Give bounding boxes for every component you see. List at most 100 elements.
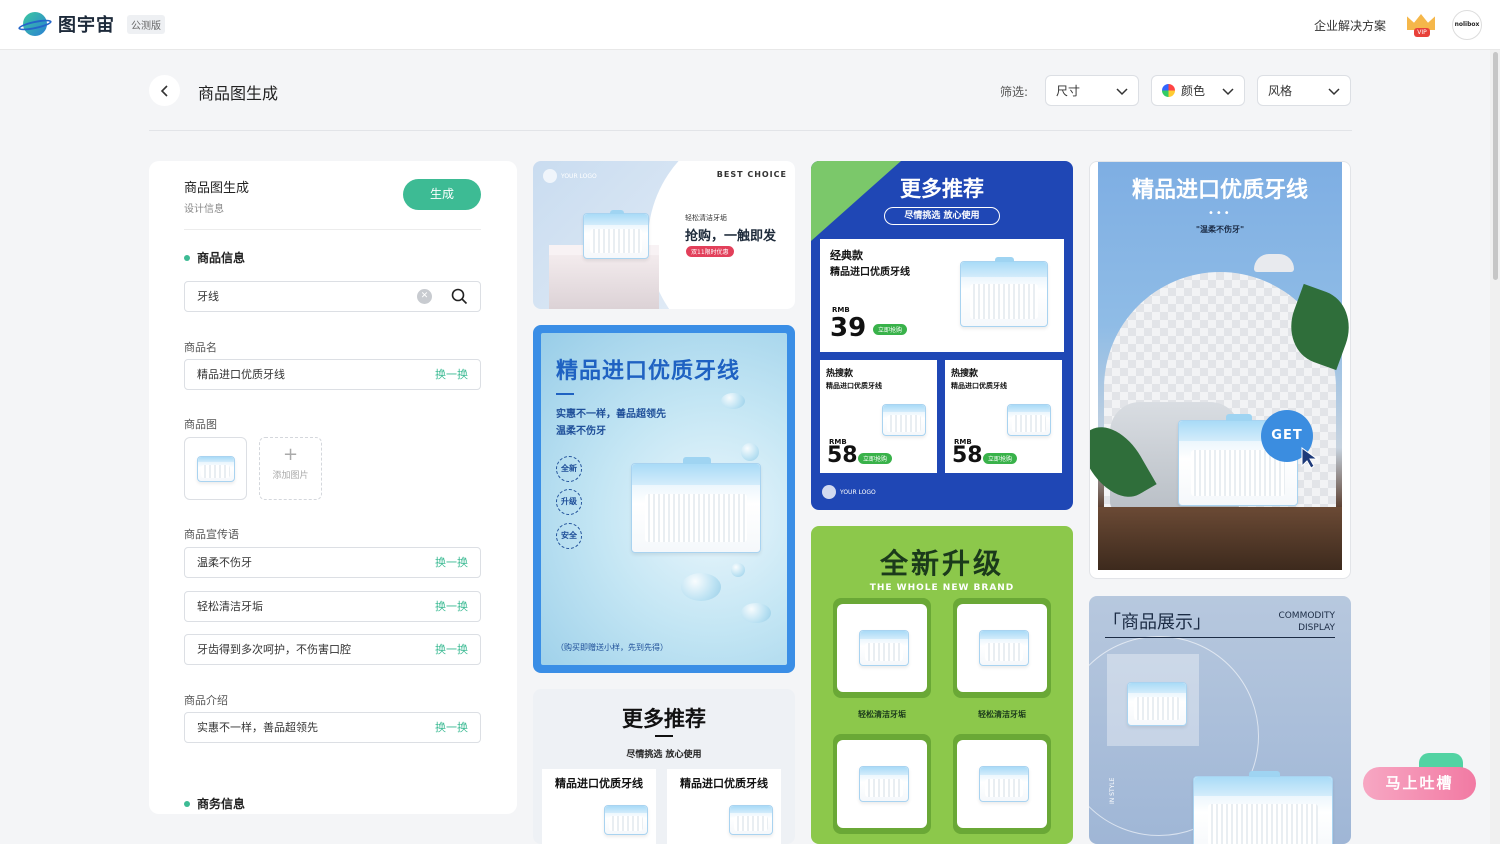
top-bar: 图宇宙 公测版 企业解决方案 VIP nolibox [0, 0, 1500, 50]
form-title: 商品图生成 [184, 181, 250, 196]
card-text: COMMODITY DISPLAY [1278, 611, 1335, 633]
generate-button[interactable]: 生成 [403, 179, 481, 210]
result-card[interactable]: YOUR LOGO BEST CHOICE 轻松清洁牙垢 抢购，一触即发 双11… [533, 161, 795, 309]
card-text: 轻松清洁牙垢 [978, 710, 1026, 719]
cursor-icon [1301, 447, 1319, 469]
card-text: 精品进口优质牙线 [680, 777, 768, 790]
card-text: 经典款 [830, 249, 863, 262]
chevron-left-icon [160, 84, 168, 97]
card-headline: 全新升级 [879, 547, 1004, 580]
card-text: （购买即赠送小样，先到先得） [556, 643, 668, 652]
result-card[interactable]: 更多推荐 尽情挑选 放心使用 精品进口优质牙线 精品进口优质牙线 [533, 689, 795, 844]
result-card[interactable]: 精品进口优质牙线 实惠不一样，善品超领先 温柔不伤牙 全新 升级 安全 （购买即… [533, 325, 795, 673]
card-headline: 「商品展示」 [1103, 612, 1211, 633]
card-text: "温柔不伤牙" [1195, 225, 1245, 234]
slogan-label: 商品宣传语 [184, 528, 239, 541]
card-text: 精品进口优质牙线 [555, 777, 643, 790]
swap-slogan-button[interactable]: 换一换 [435, 635, 468, 664]
intro-field[interactable]: 实惠不一样，善品超领先 换一换 [184, 712, 481, 743]
card-text: 热搜款 [826, 369, 854, 379]
plus-icon: + [282, 444, 299, 465]
card-badge: 升级 [556, 489, 582, 515]
card-tag: BEST CHOICE [716, 170, 787, 179]
product-image-thumb[interactable] [184, 437, 247, 500]
card-text: THE WHOLE NEW BRAND [869, 583, 1015, 593]
header-divider [149, 130, 1352, 131]
logo-placeholder: YOUR LOGO [543, 169, 597, 183]
feedback-button[interactable]: 马上吐槽 [1363, 753, 1476, 800]
product-image [583, 210, 649, 259]
intro-label: 商品介绍 [184, 694, 228, 707]
slogan-field[interactable]: 轻松清洁牙垢 换一换 [184, 591, 481, 622]
style-filter[interactable]: 风格 [1257, 75, 1351, 106]
form-divider [184, 229, 481, 230]
swap-slogan-button[interactable]: 换一换 [435, 592, 468, 621]
buy-badge: 立即抢购 [983, 453, 1018, 464]
card-badge: 全新 [556, 456, 582, 482]
card-text: 温柔不伤牙 [556, 426, 606, 437]
chevron-down-icon [1116, 88, 1128, 96]
card-text: 精品进口优质牙线 [826, 382, 882, 390]
swap-intro-button[interactable]: 换一换 [435, 713, 468, 742]
section-product-info: 商品信息 [184, 249, 245, 266]
section-business-info: 商务信息 [184, 795, 245, 812]
card-headline: 精品进口优质牙线 [556, 359, 741, 384]
card-text: 精品进口优质牙线 [830, 267, 910, 278]
result-card[interactable]: 全新升级 THE WHOLE NEW BRAND 轻松清洁牙垢 轻松清洁牙垢 [811, 526, 1073, 844]
card-headline: 精品进口优质牙线 [1131, 178, 1308, 203]
vip-crown-icon[interactable]: VIP [1406, 12, 1436, 38]
result-card[interactable]: 更多推荐 尽情挑选 放心使用 经典款 精品进口优质牙线 RMB 39 立即抢购 … [811, 161, 1073, 510]
price: 58 [827, 443, 858, 468]
back-button[interactable] [149, 75, 180, 106]
slogan-field[interactable]: 牙齿得到多次呵护，不伤害口腔 换一换 [184, 634, 481, 665]
chevron-down-icon [1222, 88, 1234, 96]
buy-badge: 立即抢购 [858, 453, 893, 464]
product-image [960, 256, 1048, 327]
card-text: 轻松清洁牙垢 [858, 710, 906, 719]
slogan-field[interactable]: 温柔不伤牙 换一换 [184, 547, 481, 578]
image-label: 商品图 [184, 418, 217, 431]
price: 58 [952, 443, 983, 468]
app-name: 图宇宙 [58, 15, 115, 36]
result-card[interactable]: 「商品展示」 COMMODITY DISPLAY IN STYLE [1089, 596, 1351, 844]
form-subtitle: 设计信息 [184, 204, 224, 215]
beta-badge: 公测版 [127, 14, 165, 34]
swap-name-button[interactable]: 换一换 [435, 360, 468, 389]
design-form-panel: 商品图生成 设计信息 生成 商品信息 牙线 ✕ 商品名 精品进口优质牙线 换一换… [149, 161, 517, 814]
logo-placeholder: YOUR LOGO [822, 485, 876, 499]
page-title: 商品图生成 [198, 84, 279, 103]
product-image [1193, 770, 1333, 844]
avatar[interactable]: nolibox [1452, 10, 1482, 40]
card-headline: 抢购，一触即发 [685, 229, 777, 244]
card-badge: 安全 [556, 523, 582, 549]
clear-icon[interactable]: ✕ [417, 289, 432, 304]
color-filter[interactable]: 颜色 [1151, 75, 1245, 106]
price: 39 [830, 313, 867, 343]
result-card[interactable]: 精品进口优质牙线 ••• "温柔不伤牙" GET [1089, 161, 1351, 579]
search-input[interactable]: 牙线 ✕ [184, 281, 481, 312]
search-icon[interactable] [451, 288, 468, 305]
app-logo[interactable]: 图宇宙 公测版 [17, 11, 165, 37]
card-headline: 更多推荐 [900, 177, 984, 201]
swap-slogan-button[interactable]: 换一换 [435, 548, 468, 577]
scrollbar-thumb[interactable] [1493, 52, 1498, 280]
product-image [631, 456, 761, 553]
card-text: 热搜款 [951, 369, 979, 379]
size-filter[interactable]: 尺寸 [1045, 75, 1139, 106]
product-name-field[interactable]: 精品进口优质牙线 换一换 [184, 359, 481, 390]
card-text: 尽情挑选 放心使用 [884, 207, 1000, 225]
enterprise-link[interactable]: 企业解决方案 [1314, 17, 1386, 34]
card-text: 实惠不一样，善品超领先 [556, 409, 666, 420]
add-image-button[interactable]: + 添加图片 [259, 437, 322, 500]
chevron-down-icon [1328, 88, 1340, 96]
card-text: IN STYLE [1109, 777, 1116, 804]
card-text: 精品进口优质牙线 [951, 382, 1007, 390]
filter-label: 筛选: [1000, 85, 1029, 99]
card-badge: 双11限时优惠 [686, 246, 734, 257]
planet-icon [17, 11, 53, 37]
card-text: 尽情挑选 放心使用 [626, 750, 702, 760]
buy-badge: 立即抢购 [873, 324, 908, 335]
color-wheel-icon [1162, 84, 1175, 97]
name-label: 商品名 [184, 341, 217, 354]
card-headline: 更多推荐 [622, 707, 706, 731]
